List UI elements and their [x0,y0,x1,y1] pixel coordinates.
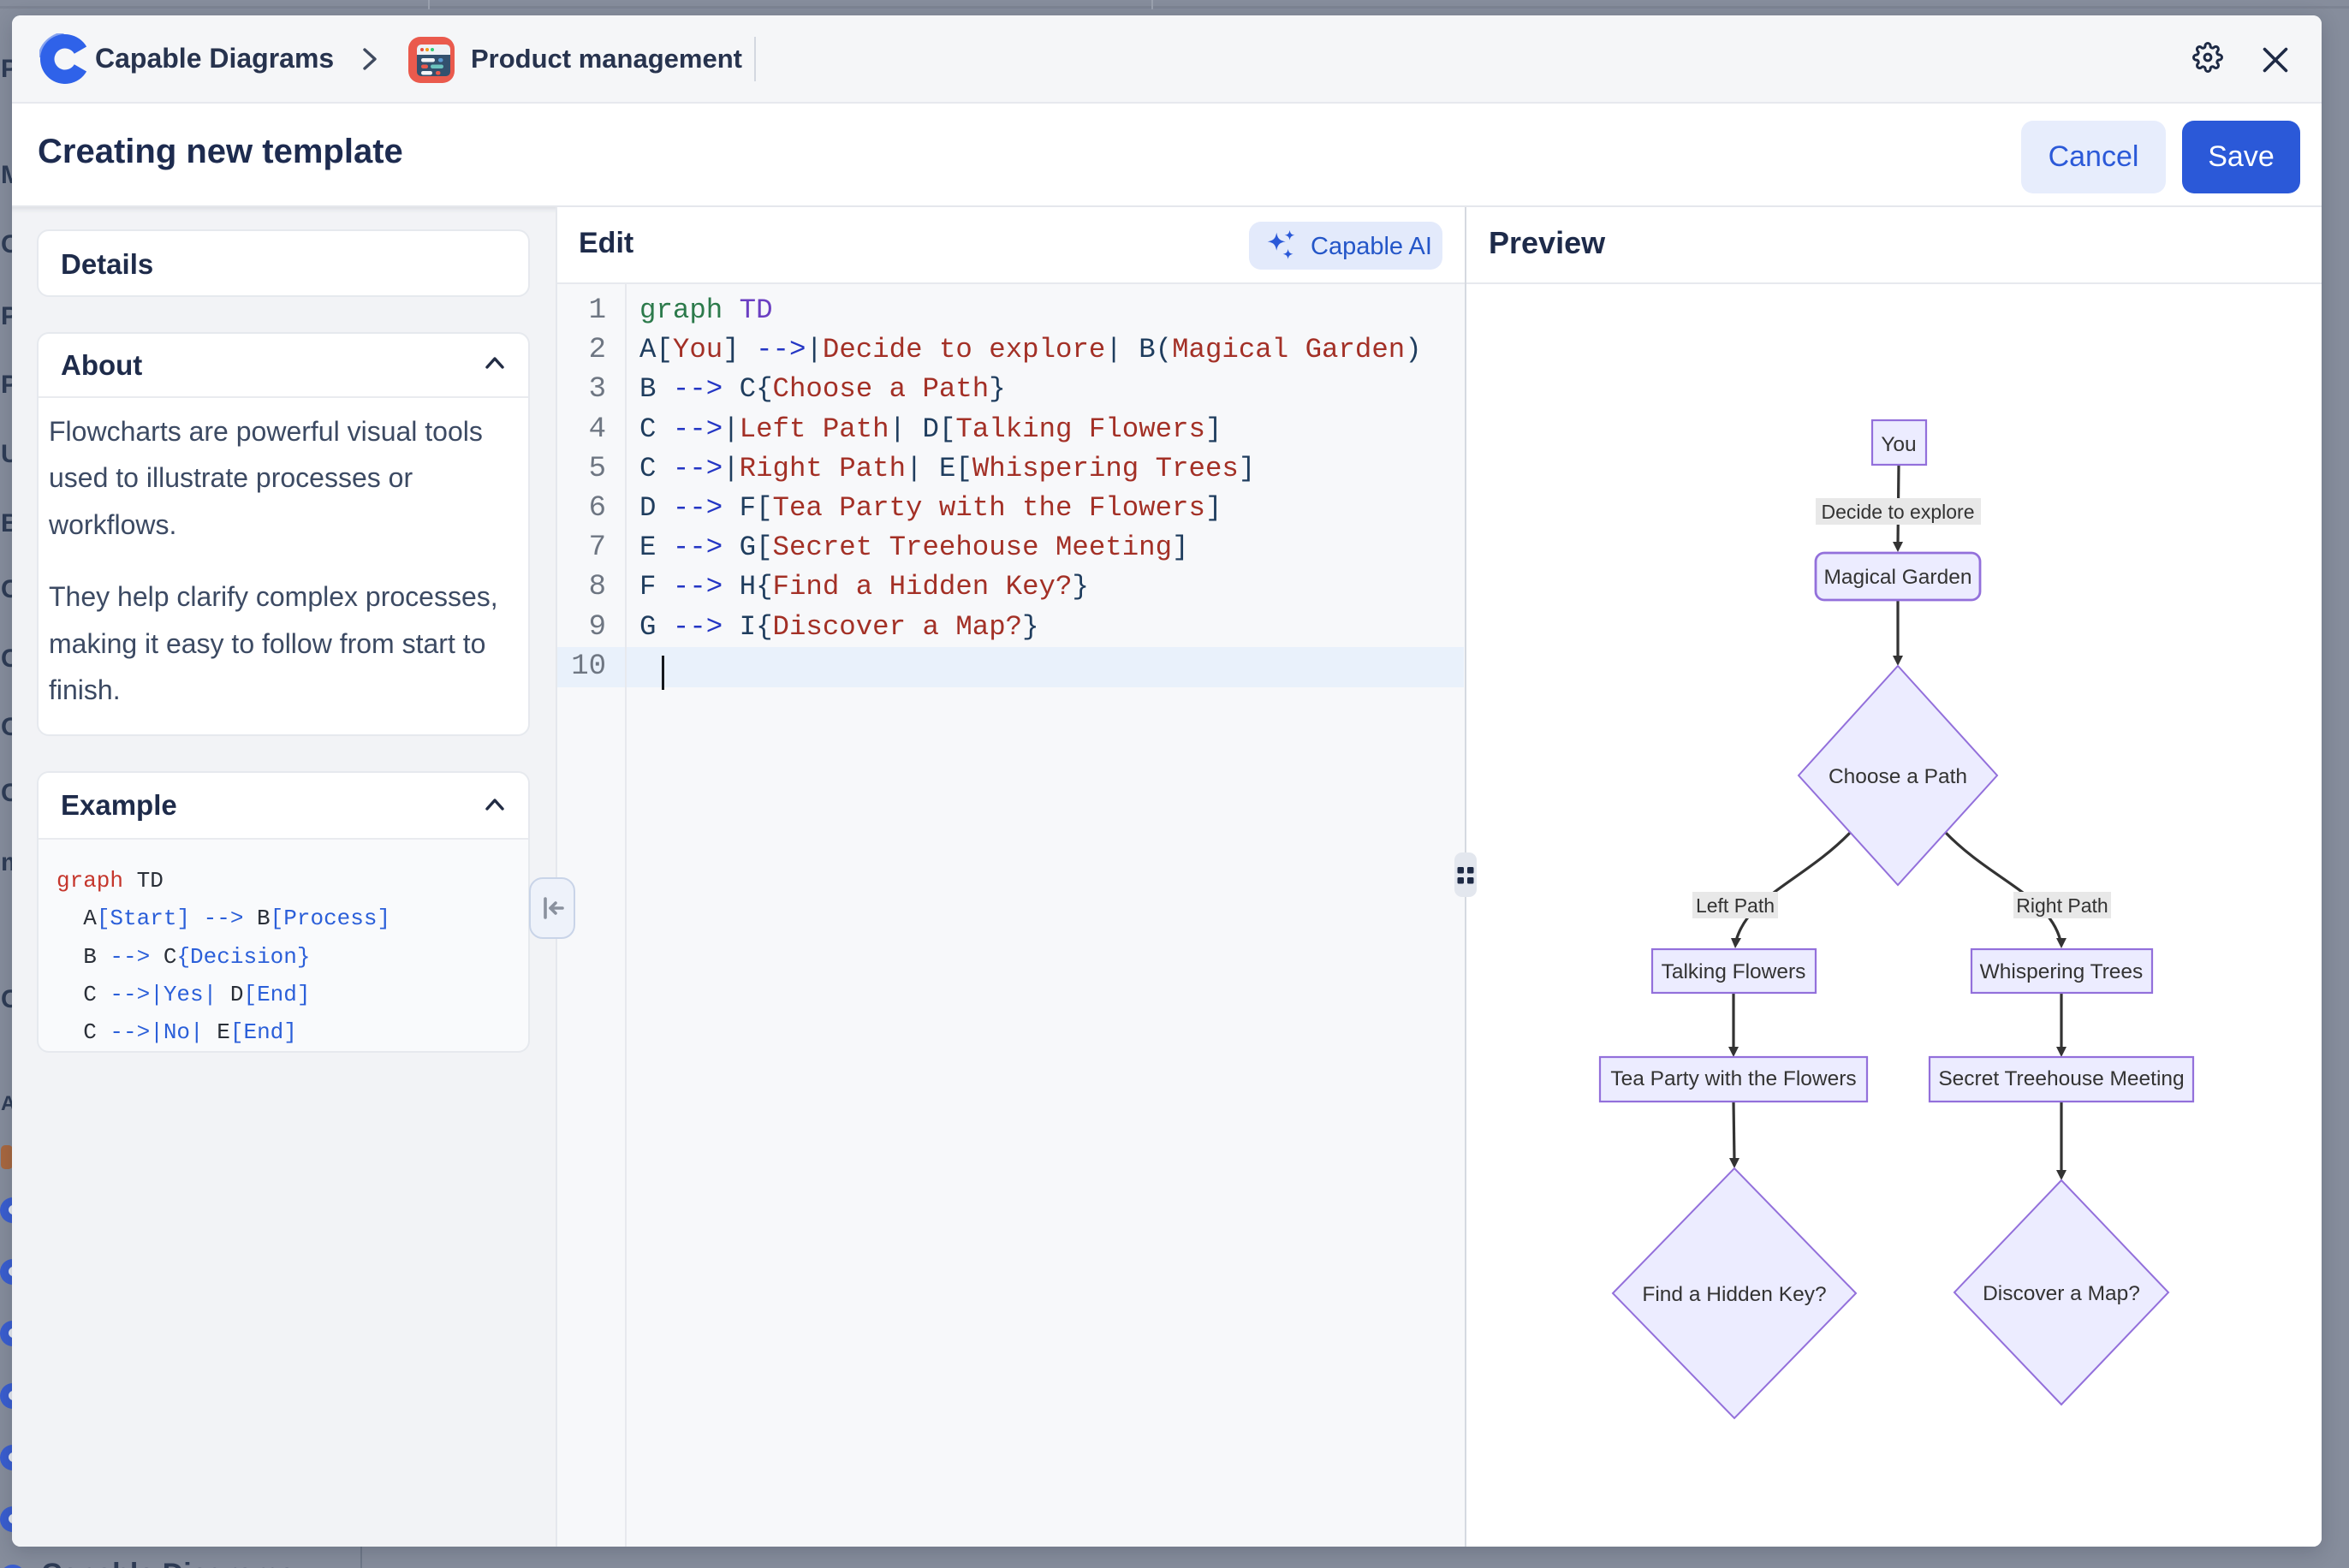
svg-text:Right Path: Right Path [2016,894,2108,917]
svg-text:Find a Hidden Key?: Find a Hidden Key? [1642,1283,1826,1306]
svg-text:Whispering Trees: Whispering Trees [1980,960,2144,983]
svg-text:Magical Garden: Magical Garden [1824,566,1972,589]
svg-text:Choose a Path: Choose a Path [1829,765,1967,788]
svg-text:Decide to explore: Decide to explore [1822,501,1975,523]
svg-text:Left Path: Left Path [1696,894,1775,917]
svg-text:Tea Party with the Flowers: Tea Party with the Flowers [1610,1067,1856,1090]
svg-text:You: You [1881,433,1916,456]
svg-text:Discover a Map?: Discover a Map? [1983,1282,2140,1305]
svg-text:Talking Flowers: Talking Flowers [1662,960,1806,983]
svg-text:Secret Treehouse Meeting: Secret Treehouse Meeting [1938,1067,2184,1090]
